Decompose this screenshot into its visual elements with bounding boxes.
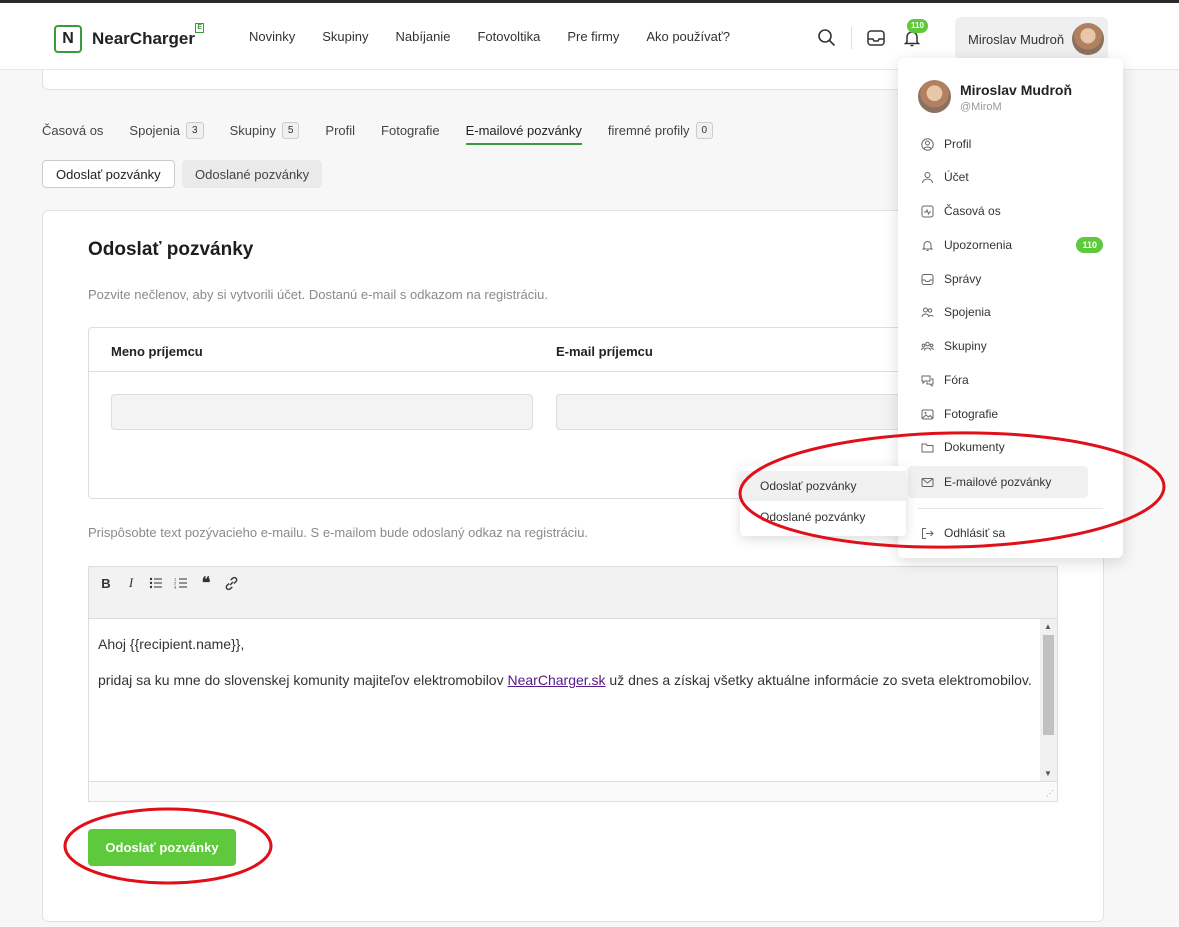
scroll-down-icon[interactable]: ▼ — [1044, 769, 1052, 778]
menu-item-ucet[interactable]: Účet — [908, 162, 1113, 192]
tab-emailove-pozvanky[interactable]: E-mailové pozvánky — [465, 116, 583, 145]
tab-spojenia[interactable]: Spojenia 3 — [129, 116, 204, 144]
bullet-list-icon[interactable] — [148, 575, 164, 591]
subtab-send-invites[interactable]: Odoslať pozvánky — [42, 160, 175, 188]
profile-tabs: Časová os Spojenia 3 Skupiny 5 Profil Foto… — [42, 116, 739, 145]
menu-item-emailove-pozvanky[interactable]: E-mailové pozvánky — [908, 466, 1088, 498]
notification-badge: 110 — [907, 19, 928, 33]
nav-item-ako-pouzivat[interactable]: Ako používať? — [646, 29, 730, 44]
bell-icon — [920, 238, 934, 252]
menu-item-fotografie[interactable]: Fotografie — [908, 399, 1113, 429]
recipient-name-input[interactable] — [111, 394, 533, 430]
nav-item-fotovoltika[interactable]: Fotovoltika — [477, 29, 540, 44]
resize-grip-icon[interactable]: ⋰ — [1046, 789, 1054, 798]
tab-fotografie[interactable]: Fotografie — [381, 116, 440, 144]
count-badge: 0 — [695, 121, 714, 139]
nav-item-novinky[interactable]: Novinky — [249, 29, 295, 44]
subtab-sent-invites[interactable]: Odoslané pozvánky — [182, 160, 323, 188]
dropdown-user-name: Miroslav Mudroň — [960, 82, 1073, 98]
numbered-list-icon[interactable]: 123 — [173, 575, 189, 591]
header-actions — [817, 27, 922, 49]
column-header-name: Meno príjemcu — [111, 344, 203, 359]
user-menu-button[interactable]: Miroslav Mudroň — [955, 17, 1108, 61]
nearcharger-link[interactable]: NearCharger.sk — [508, 672, 606, 688]
group-icon — [920, 339, 934, 353]
link-icon[interactable] — [223, 575, 239, 591]
svg-text:3: 3 — [174, 585, 177, 590]
message-greeting: Ahoj {{recipient.name}}, — [98, 636, 245, 652]
menu-item-profil[interactable]: Profil — [908, 129, 1113, 159]
dropdown-user-handle: @MiroM — [960, 101, 1002, 113]
customize-text-hint: Prispôsobte text pozývacieho e-mailu. S … — [88, 525, 589, 540]
tab-profil[interactable]: Profil — [325, 116, 355, 144]
menu-item-fora[interactable]: Fóra — [908, 365, 1113, 395]
avatar — [1072, 23, 1104, 55]
brand-badge: E — [195, 23, 204, 33]
message-body: pridaj sa ku mne do slovenskej komunity … — [98, 672, 1032, 688]
folder-icon — [920, 440, 934, 454]
send-invites-button[interactable]: Odoslať pozvánky — [88, 829, 236, 866]
nav-item-pre-firmy[interactable]: Pre firmy — [567, 29, 619, 44]
email-invites-submenu: Odoslať pozvánky Odoslané pozvánky — [740, 466, 906, 536]
nav-item-skupiny[interactable]: Skupiny — [322, 29, 368, 44]
menu-item-skupiny[interactable]: Skupiny — [908, 331, 1113, 361]
count-badge: 5 — [281, 121, 300, 139]
count-badge: 3 — [186, 121, 204, 139]
quote-icon[interactable]: ❝ — [198, 575, 214, 592]
brand-name: NearCharger E — [92, 23, 204, 48]
activity-icon — [920, 204, 934, 218]
message-textarea[interactable]: Ahoj {{recipient.name}}, pridaj sa ku mn… — [89, 619, 1041, 781]
editor-scrollbar[interactable]: ▲ ▼ — [1040, 619, 1057, 781]
chat-icon — [920, 373, 934, 387]
message-editor: B I 123 ❝ Ahoj {{recipient.name}}, prida… — [88, 566, 1058, 802]
page-title: Odoslať pozvánky — [88, 239, 254, 260]
image-icon — [920, 407, 934, 421]
main-nav: Novinky Skupiny Nabíjanie Fotovoltika Pr… — [249, 29, 757, 44]
menu-item-logout[interactable]: Odhlásiť sa — [908, 518, 1113, 548]
inbox-icon — [920, 272, 934, 286]
header-divider — [851, 27, 852, 49]
tab-skupiny[interactable]: Skupiny 5 — [230, 116, 300, 144]
menu-item-spravy[interactable]: Správy — [908, 264, 1113, 294]
menu-item-dokumenty[interactable]: Dokumenty — [908, 432, 1113, 462]
submenu-item-sent-invites[interactable]: Odoslané pozvánky — [740, 502, 906, 532]
logo-mark-icon: N — [54, 25, 82, 53]
brand-logo[interactable]: N NearCharger E — [54, 23, 204, 53]
user-dropdown-menu: Miroslav Mudroň @MiroM Profil Účet Časov… — [898, 58, 1123, 558]
submenu-item-send-invites[interactable]: Odoslať pozvánky — [740, 471, 906, 501]
inbox-icon[interactable] — [866, 28, 886, 48]
invite-description: Pozvite nečlenov, aby si vytvorili účet.… — [88, 287, 549, 302]
column-header-email: E-mail príjemcu — [556, 344, 653, 359]
editor-toolbar: B I 123 ❝ — [89, 567, 1057, 619]
editor-statusbar: ⋰ — [89, 781, 1057, 801]
profile-cover-card — [42, 70, 942, 90]
mail-icon — [920, 475, 934, 489]
nav-item-nabijanie[interactable]: Nabíjanie — [396, 29, 451, 44]
notification-count-badge: 110 — [1076, 237, 1103, 253]
user-icon — [920, 170, 934, 184]
users-icon — [920, 305, 934, 319]
logout-icon — [920, 526, 934, 540]
menu-item-spojenia[interactable]: Spojenia — [908, 297, 1113, 327]
scroll-thumb[interactable] — [1043, 635, 1054, 735]
search-icon[interactable] — [817, 28, 837, 48]
tab-firemne-profily[interactable]: firemné profily 0 — [608, 116, 714, 144]
bold-icon[interactable]: B — [98, 575, 114, 591]
menu-item-casova-os[interactable]: Časová os — [908, 196, 1113, 226]
table-divider — [89, 371, 987, 372]
menu-divider — [918, 508, 1103, 509]
user-name: Miroslav Mudroň — [968, 31, 1065, 47]
user-circle-icon — [920, 137, 934, 151]
avatar — [918, 80, 951, 113]
tab-casova-os[interactable]: Časová os — [42, 116, 103, 144]
italic-icon[interactable]: I — [123, 575, 139, 591]
menu-item-upozornenia[interactable]: Upozornenia 110 — [908, 230, 1113, 260]
scroll-up-icon[interactable]: ▲ — [1044, 622, 1052, 631]
